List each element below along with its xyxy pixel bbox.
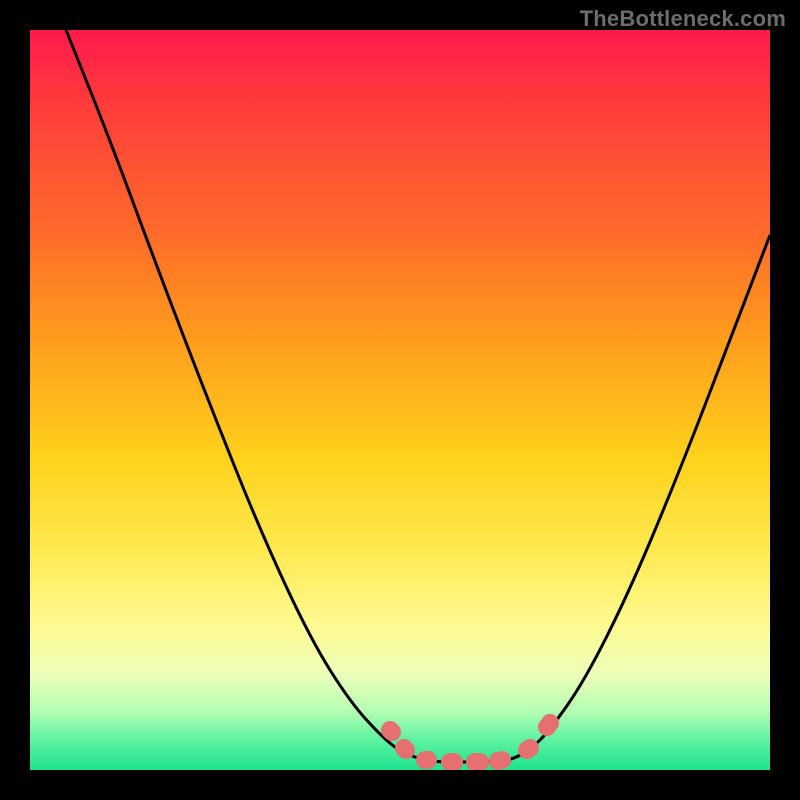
curve-marker xyxy=(397,741,415,759)
curve-marker xyxy=(419,751,437,769)
watermark-text: TheBottleneck.com xyxy=(580,6,786,32)
chart-svg xyxy=(30,30,770,770)
curve-marker xyxy=(493,751,511,769)
bottleneck-curve xyxy=(66,30,770,762)
curve-marker xyxy=(541,714,559,732)
curve-marker xyxy=(383,723,401,741)
chart-frame: TheBottleneck.com xyxy=(0,0,800,800)
chart-plot-area xyxy=(30,30,770,770)
curve-marker xyxy=(521,739,539,757)
curve-markers xyxy=(381,714,559,770)
